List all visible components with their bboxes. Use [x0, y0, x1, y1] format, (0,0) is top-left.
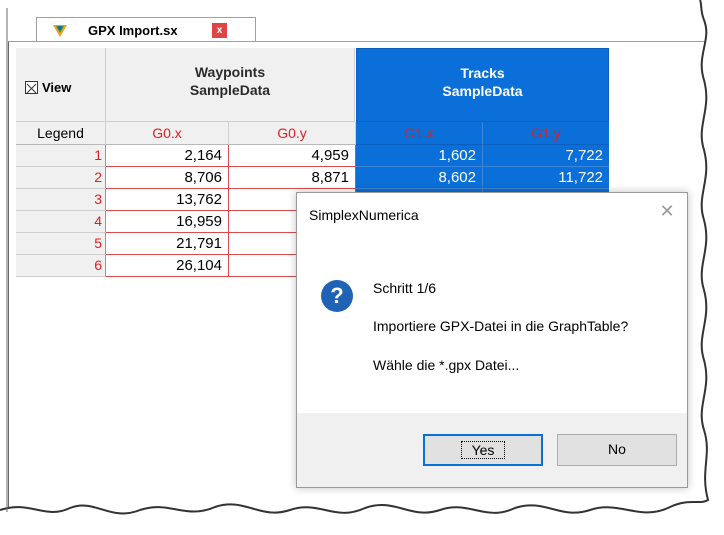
torn-edge-frame — [0, 0, 724, 535]
